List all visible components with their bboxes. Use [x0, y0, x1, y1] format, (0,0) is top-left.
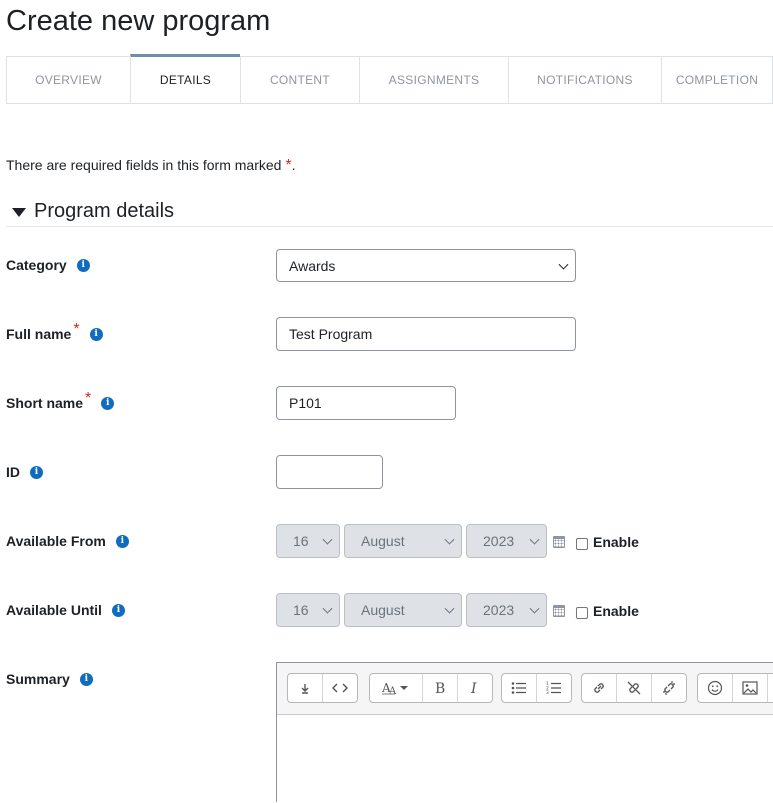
- full-name-label: Full name * i: [6, 321, 103, 342]
- summary-editor[interactable]: AA B I 123: [276, 662, 773, 803]
- available-until-year: 2023: [483, 602, 515, 618]
- toolbar-overflow: [768, 674, 773, 702]
- info-icon[interactable]: i: [115, 534, 129, 548]
- available-until-label: Available Until i: [6, 602, 125, 618]
- editor-toolbar: AA B I 123: [277, 663, 773, 715]
- svg-text:B: B: [435, 681, 445, 695]
- info-icon[interactable]: i: [101, 396, 115, 410]
- tab-completion[interactable]: COMPLETION: [661, 56, 773, 104]
- image-icon[interactable]: [733, 674, 768, 702]
- tab-bar: OVERVIEW DETAILS CONTENT ASSIGNMENTS NOT…: [6, 54, 773, 104]
- short-name-input[interactable]: P101: [276, 386, 456, 420]
- required-star: *: [73, 321, 80, 338]
- required-fields-note: There are required fields in this form m…: [6, 157, 295, 175]
- available-until-enable-checkbox[interactable]: [576, 607, 588, 619]
- unlink-alt-icon[interactable]: [652, 674, 686, 702]
- full-name-value: Test Program: [289, 326, 373, 342]
- info-icon[interactable]: i: [111, 603, 125, 617]
- ordered-list-icon[interactable]: 123: [537, 674, 571, 702]
- toolbar-group-1: [287, 673, 358, 703]
- available-until-enable-label: Enable: [593, 603, 639, 619]
- available-from-day: 16: [293, 533, 309, 549]
- svg-text:I: I: [470, 681, 477, 695]
- link-icon[interactable]: [582, 674, 617, 702]
- info-icon[interactable]: i: [30, 465, 43, 479]
- unordered-list-icon[interactable]: [502, 674, 537, 702]
- available-until-day-select[interactable]: 16: [276, 593, 340, 627]
- available-until-month-select[interactable]: August: [344, 593, 462, 627]
- id-label-text: ID: [6, 464, 20, 480]
- toolbar-group-5: [697, 673, 773, 703]
- short-name-value: P101: [289, 395, 322, 411]
- info-icon[interactable]: i: [89, 327, 103, 341]
- chevron-down-icon: [444, 534, 455, 545]
- available-from-year-select[interactable]: 2023: [466, 524, 547, 558]
- available-from-label-text: Available From: [6, 533, 106, 549]
- font-style-icon[interactable]: AA: [370, 674, 423, 702]
- tab-assignments[interactable]: ASSIGNMENTS: [359, 56, 508, 104]
- chevron-down-icon: [529, 603, 540, 614]
- summary-label: Summary i: [6, 671, 93, 687]
- available-until-month: August: [361, 602, 405, 618]
- available-from-enable-label: Enable: [593, 534, 639, 550]
- tab-details[interactable]: DETAILS: [130, 54, 240, 103]
- toolbar-group-4: [581, 673, 687, 703]
- tab-overview[interactable]: OVERVIEW: [6, 56, 130, 104]
- available-from-enable-checkbox[interactable]: [576, 538, 588, 550]
- short-name-label: Short name * i: [6, 390, 115, 411]
- category-select[interactable]: Awards: [276, 249, 576, 282]
- id-input[interactable]: [276, 455, 383, 489]
- section-title: Program details: [34, 200, 175, 222]
- tab-content[interactable]: CONTENT: [240, 56, 359, 104]
- page-title: Create new program: [6, 5, 271, 37]
- code-icon[interactable]: [323, 674, 357, 702]
- available-from-label: Available From i: [6, 533, 129, 549]
- chevron-down-icon: [529, 534, 540, 545]
- required-star: *: [85, 390, 92, 407]
- short-name-label-text: Short name: [6, 395, 84, 411]
- section-program-details[interactable]: Program details: [6, 200, 773, 227]
- required-note-text: There are required fields in this form m…: [6, 157, 282, 173]
- category-value: Awards: [289, 257, 336, 274]
- toolbar-group-3: 123: [501, 673, 572, 703]
- info-icon[interactable]: i: [79, 672, 93, 686]
- available-from-month-select[interactable]: August: [344, 524, 462, 558]
- available-until-year-select[interactable]: 2023: [466, 593, 547, 627]
- available-from-month: August: [361, 533, 405, 549]
- calendar-icon[interactable]: [553, 536, 565, 548]
- italic-icon[interactable]: I: [458, 674, 492, 702]
- info-icon[interactable]: i: [76, 258, 90, 272]
- svg-text:3: 3: [546, 690, 549, 695]
- available-until-label-text: Available Until: [6, 602, 102, 618]
- unlink-icon[interactable]: [617, 674, 652, 702]
- available-from-day-select[interactable]: 16: [276, 524, 340, 558]
- category-label: Category i: [6, 257, 90, 273]
- required-note-end: .: [291, 157, 296, 173]
- full-name-input[interactable]: Test Program: [276, 317, 576, 351]
- chevron-down-icon: [558, 259, 569, 270]
- calendar-icon[interactable]: [553, 605, 565, 617]
- caret-down-icon[interactable]: [12, 207, 26, 217]
- collapse-toolbar-icon[interactable]: [288, 674, 323, 702]
- summary-label-text: Summary: [6, 671, 70, 687]
- emoji-icon[interactable]: [698, 674, 733, 702]
- available-from-year: 2023: [483, 533, 515, 549]
- toolbar-group-2: AA B I: [369, 673, 493, 703]
- chevron-down-icon: [322, 603, 333, 614]
- chevron-down-icon: [444, 603, 455, 614]
- id-label: ID i: [6, 464, 43, 480]
- category-label-text: Category: [6, 257, 67, 273]
- available-until-day: 16: [293, 602, 309, 618]
- bold-icon[interactable]: B: [423, 674, 458, 702]
- full-name-label-text: Full name: [6, 326, 72, 342]
- tab-notifications[interactable]: NOTIFICATIONS: [508, 56, 661, 104]
- chevron-down-icon: [322, 534, 333, 545]
